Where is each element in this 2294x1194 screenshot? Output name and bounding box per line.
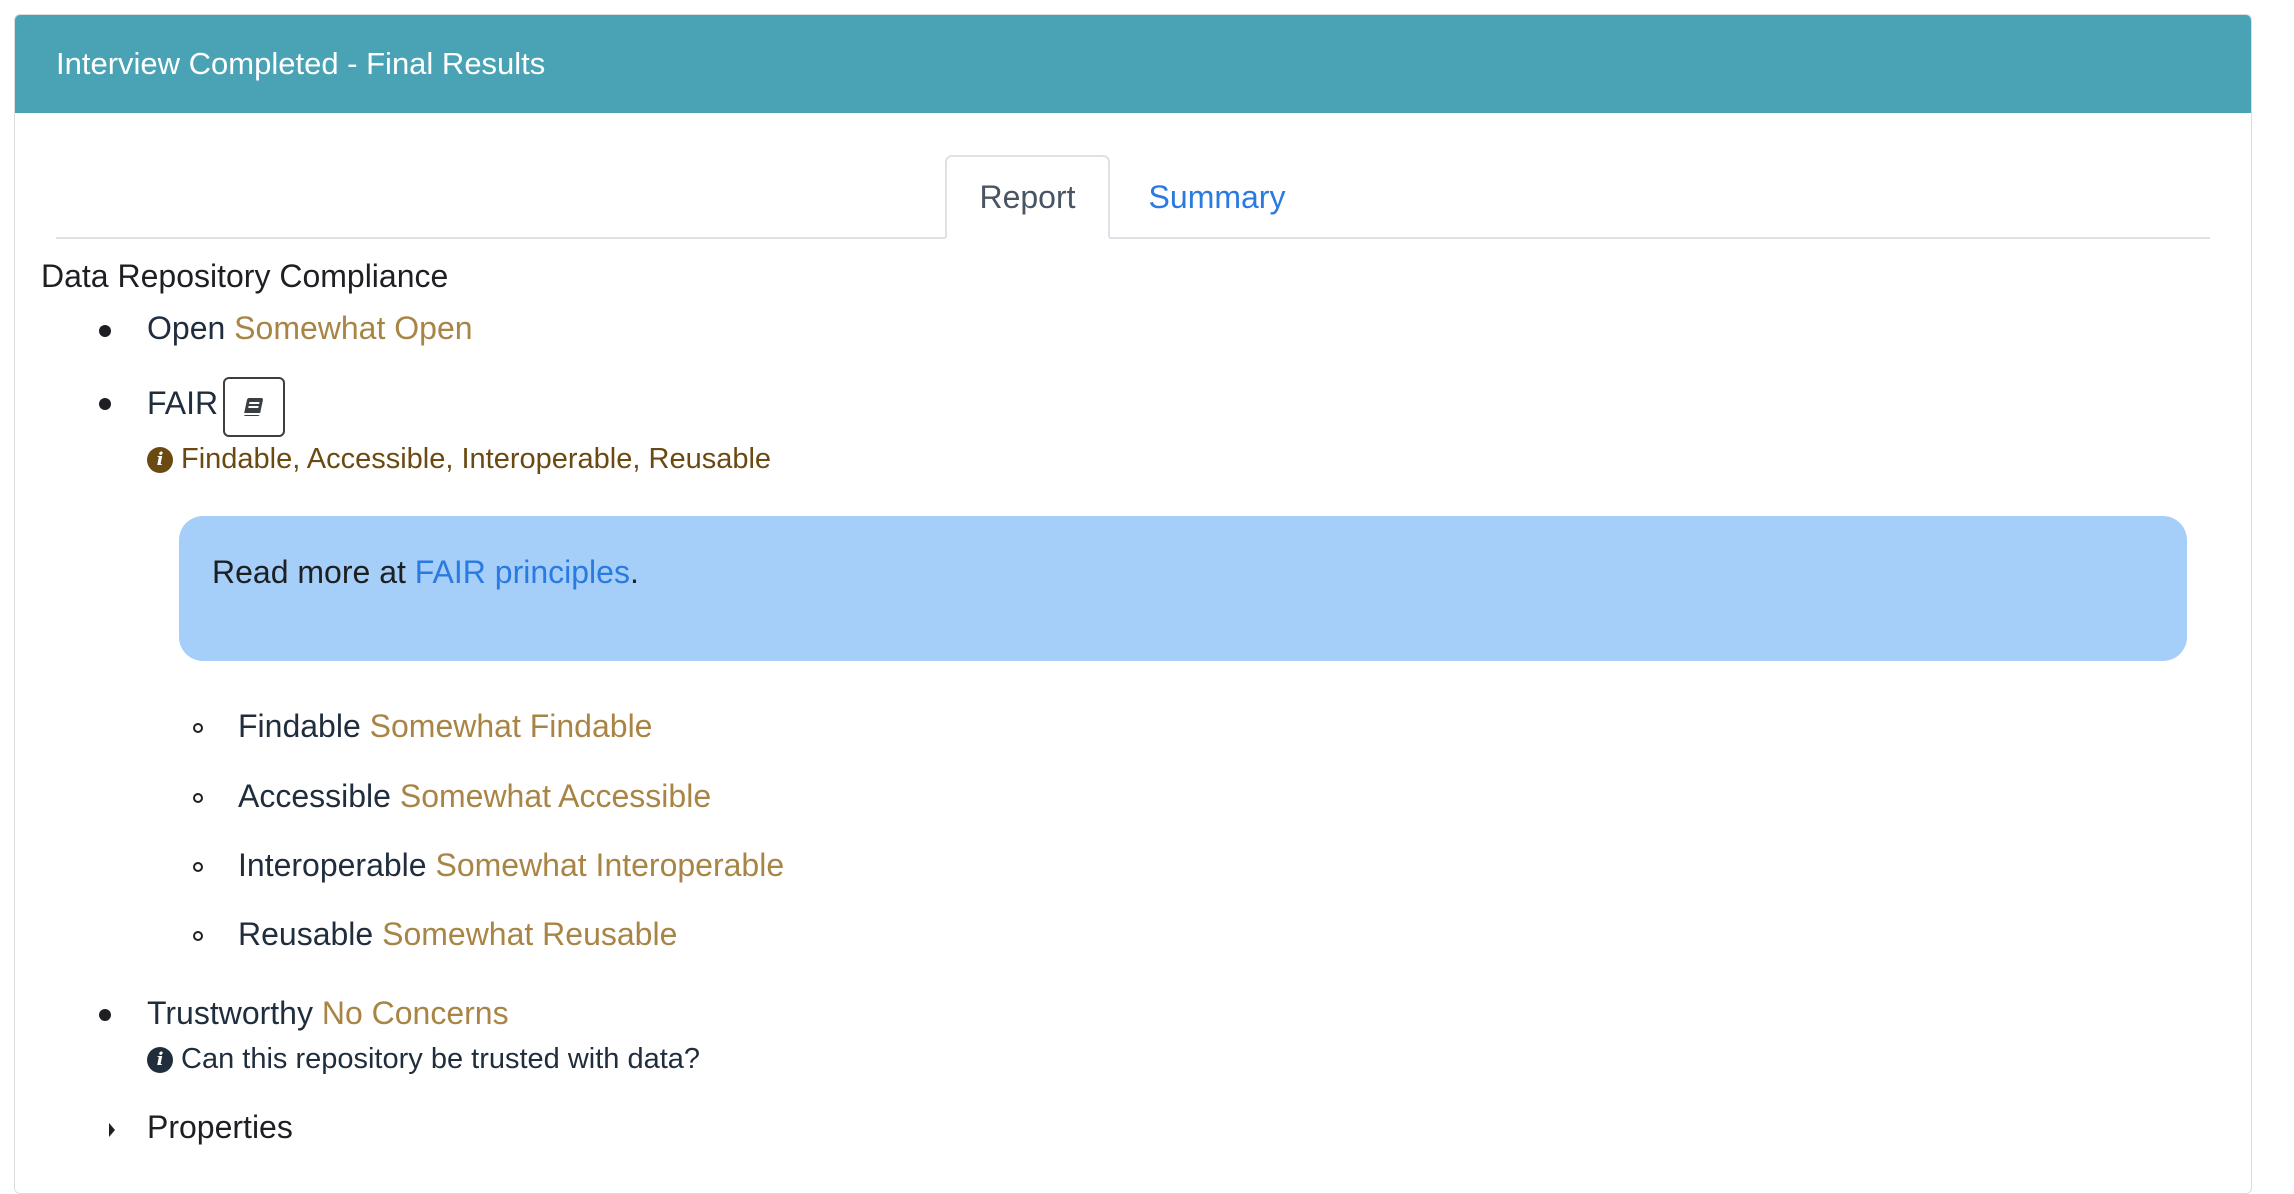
callout-text: Read more at FAIR principles.: [212, 554, 639, 591]
fair-info-button[interactable]: [223, 377, 285, 437]
sub-bullet: [193, 862, 203, 872]
item-label: Open: [147, 310, 226, 346]
subitem-interoperable: Interoperable Somewhat Interoperable: [238, 847, 784, 884]
sub-bullet: [193, 793, 203, 803]
subitem-value: Somewhat Reusable: [382, 916, 678, 952]
fair-principles-link[interactable]: FAIR principles: [415, 554, 630, 590]
card-title: Interview Completed - Final Results: [56, 46, 546, 81]
sub-bullet: [193, 723, 203, 733]
fair-info-text: Findable, Accessible, Interoperable, Reu…: [181, 443, 772, 475]
callout-prefix: Read more at: [212, 554, 415, 590]
sub-bullet: [193, 931, 203, 941]
caret-right-icon[interactable]: [109, 1123, 115, 1137]
card-body: Report Summary: [15, 113, 2251, 239]
info-icon: i: [147, 446, 173, 473]
callout-suffix: .: [629, 554, 639, 590]
subitem-value: Somewhat Accessible: [399, 778, 712, 814]
tab-bar: Report Summary: [56, 113, 2210, 239]
fair-info: i Findable, Accessible, Interoperable, R…: [147, 443, 771, 476]
properties-toggle[interactable]: Properties: [147, 1109, 293, 1146]
bullet: [99, 398, 111, 410]
item-value: Somewhat Open: [234, 310, 473, 346]
bullet: [99, 325, 111, 337]
subitem-label: Accessible: [238, 778, 391, 814]
tab-report[interactable]: Report: [945, 155, 1110, 239]
card-header: Interview Completed - Final Results: [15, 15, 2251, 113]
bullet: [99, 1009, 111, 1021]
section-title: Data Repository Compliance: [41, 258, 449, 294]
tab-summary[interactable]: Summary: [1132, 155, 1302, 239]
item-value: No Concerns: [321, 995, 509, 1031]
subitem-value: Somewhat Interoperable: [435, 847, 785, 883]
subitem-accessible: Accessible Somewhat Accessible: [238, 778, 711, 815]
properties-label: Properties: [147, 1109, 293, 1145]
item-label: Trustworthy: [147, 995, 313, 1031]
subitem-label: Findable: [238, 708, 361, 744]
info-icon: i: [147, 1046, 173, 1073]
subitem-value: Somewhat Findable: [369, 708, 653, 744]
trustworthy-info: i Can this repository be trusted with da…: [147, 1043, 700, 1076]
trustworthy-info-text: Can this repository be trusted with data…: [181, 1043, 701, 1075]
item-label: FAIR: [147, 385, 219, 421]
list-item-fair: FAIR: [147, 385, 218, 422]
book-icon: [243, 398, 263, 416]
fair-callout: Read more at FAIR principles.: [179, 516, 2187, 661]
list-item-trustworthy: Trustworthy No Concerns: [147, 995, 509, 1032]
subitem-findable: Findable Somewhat Findable: [238, 708, 652, 745]
subitem-reusable: Reusable Somewhat Reusable: [238, 916, 677, 953]
subitem-label: Interoperable: [238, 847, 427, 883]
list-item-open: Open Somewhat Open: [147, 310, 473, 347]
subitem-label: Reusable: [238, 916, 374, 952]
